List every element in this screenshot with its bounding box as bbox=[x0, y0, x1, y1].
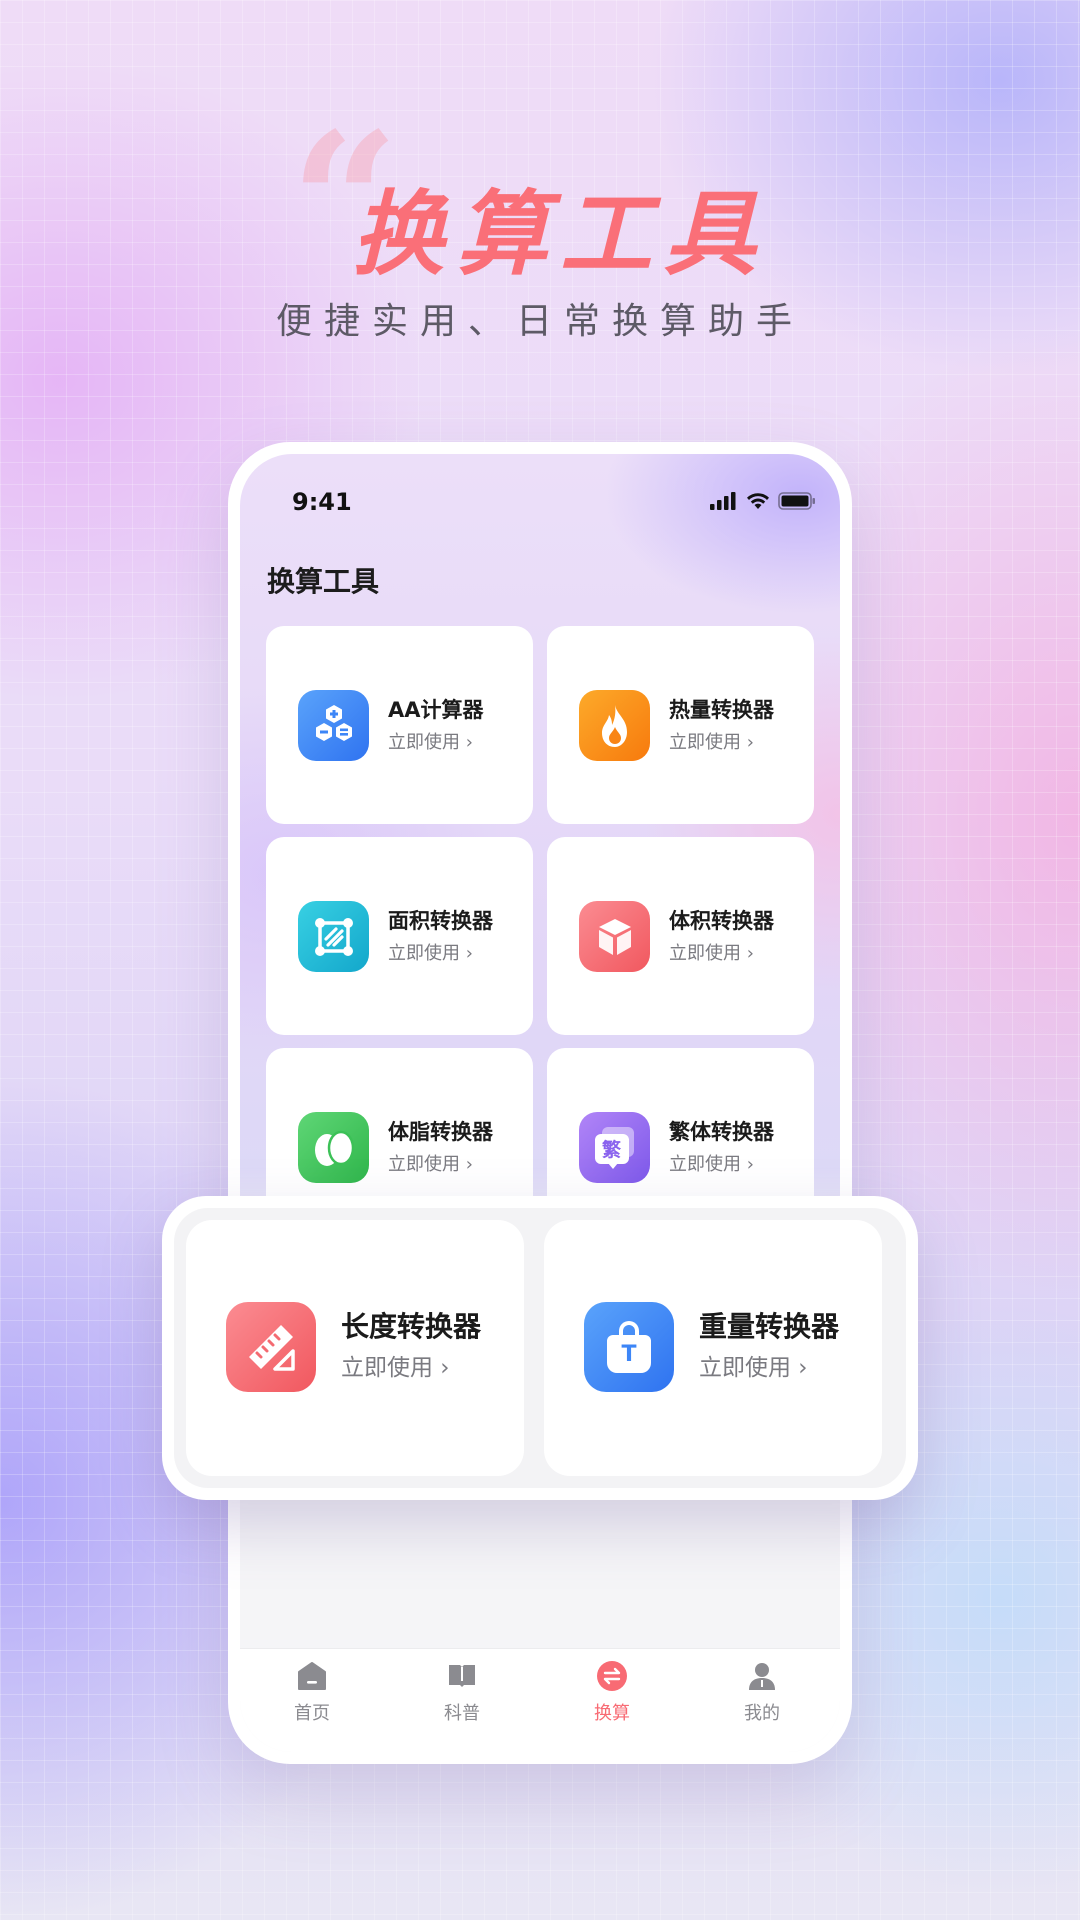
cube-icon bbox=[579, 901, 650, 972]
tab-science[interactable]: 科普 bbox=[412, 1659, 512, 1725]
tool-name: 体脂转换器 bbox=[388, 1120, 493, 1144]
use-now-link[interactable]: 立即使用 › bbox=[699, 1348, 808, 1382]
status-time: 9:41 bbox=[292, 488, 352, 516]
tool-name: 繁体转换器 bbox=[669, 1120, 774, 1144]
use-now-link[interactable]: 立即使用 › bbox=[388, 728, 473, 754]
user-icon bbox=[745, 1659, 779, 1693]
hero-subtitle: 便捷实用、日常换算助手 bbox=[275, 301, 804, 342]
tab-home[interactable]: 首页 bbox=[262, 1659, 362, 1725]
tab-bar: 首页 科普 换算 我的 bbox=[240, 1648, 840, 1752]
book-icon bbox=[445, 1659, 479, 1693]
home-icon bbox=[295, 1659, 329, 1693]
hero-title: 换算工具 bbox=[351, 181, 768, 288]
hexagon-calculator-icon bbox=[298, 690, 369, 761]
status-icons bbox=[710, 492, 816, 510]
tab-label: 换算 bbox=[594, 1703, 630, 1724]
tool-card-length-converter[interactable]: 长度转换器 立即使用 › bbox=[186, 1220, 524, 1476]
battery-icon bbox=[778, 492, 815, 510]
phone-screen: 9:41 换算工具 AA计算器 立即使用 › 热量转换器 立即使用 › 面积转换… bbox=[240, 454, 840, 1752]
use-now-link[interactable]: 立即使用 › bbox=[669, 1150, 754, 1176]
tool-name: 面积转换器 bbox=[388, 909, 493, 933]
ruler-icon bbox=[226, 1302, 316, 1392]
tab-label: 首页 bbox=[294, 1703, 330, 1724]
tool-card-calorie-converter[interactable]: 热量转换器 立即使用 › bbox=[547, 626, 814, 824]
tool-name: 长度转换器 bbox=[341, 1310, 482, 1343]
tool-name: AA计算器 bbox=[388, 698, 484, 722]
tool-card-aa-calculator[interactable]: AA计算器 立即使用 › bbox=[266, 626, 533, 824]
wifi-icon bbox=[747, 493, 769, 509]
area-frame-icon bbox=[298, 901, 369, 972]
featured-tools-panel: 长度转换器 立即使用 › T 重量转换器 立即使用 › bbox=[162, 1196, 918, 1500]
tool-name: 体积转换器 bbox=[669, 909, 774, 933]
tool-name: 热量转换器 bbox=[669, 698, 774, 722]
featured-tools-inner: 长度转换器 立即使用 › T 重量转换器 立即使用 › bbox=[174, 1208, 906, 1488]
tab-label: 我的 bbox=[744, 1703, 780, 1724]
tab-convert[interactable]: 换算 bbox=[562, 1659, 662, 1725]
cellular-signal-icon bbox=[710, 492, 736, 510]
use-now-link[interactable]: 立即使用 › bbox=[388, 939, 473, 965]
screen-title: 换算工具 bbox=[267, 565, 380, 598]
tool-name: 重量转换器 bbox=[699, 1310, 840, 1343]
egg-icon bbox=[298, 1112, 369, 1183]
flame-icon bbox=[579, 690, 650, 761]
tool-card-weight-converter[interactable]: T 重量转换器 立即使用 › bbox=[544, 1220, 882, 1476]
use-now-link[interactable]: 立即使用 › bbox=[669, 939, 754, 965]
use-now-link[interactable]: 立即使用 › bbox=[669, 728, 754, 754]
traditional-chinese-icon: 繁 bbox=[579, 1112, 650, 1183]
weight-icon: T bbox=[584, 1302, 674, 1392]
tab-mine[interactable]: 我的 bbox=[712, 1659, 812, 1725]
use-now-link[interactable]: 立即使用 › bbox=[388, 1150, 473, 1176]
tool-card-volume-converter[interactable]: 体积转换器 立即使用 › bbox=[547, 837, 814, 1035]
tool-card-area-converter[interactable]: 面积转换器 立即使用 › bbox=[266, 837, 533, 1035]
tab-label: 科普 bbox=[444, 1703, 480, 1724]
convert-icon bbox=[595, 1659, 629, 1693]
use-now-link[interactable]: 立即使用 › bbox=[341, 1348, 450, 1382]
phone-mockup: 9:41 换算工具 AA计算器 立即使用 › 热量转换器 立即使用 › 面积转换… bbox=[228, 442, 852, 1764]
